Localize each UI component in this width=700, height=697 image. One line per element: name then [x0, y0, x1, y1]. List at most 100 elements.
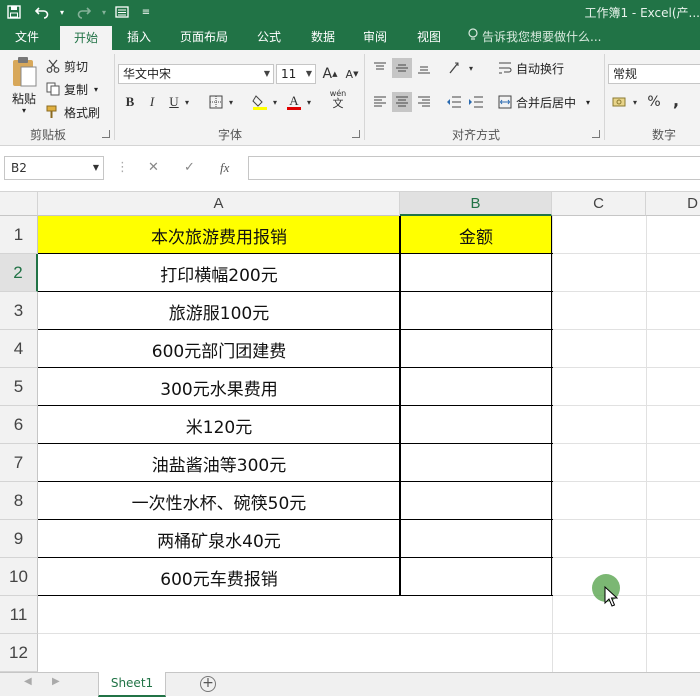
decrease-indent-button[interactable]	[444, 92, 464, 112]
item-cell[interactable]: 米120元	[38, 406, 400, 444]
item-cell[interactable]: 两桶矿泉水40元	[38, 520, 400, 558]
column-header-b[interactable]: B	[400, 192, 552, 216]
font-size-select[interactable]: 11 ▼	[276, 64, 316, 84]
clipboard-launcher-icon[interactable]	[102, 130, 110, 138]
row-header-2[interactable]: 2	[0, 254, 38, 292]
column-header-a[interactable]: A	[38, 192, 400, 216]
column-header-d[interactable]: D	[646, 192, 700, 216]
cancel-icon[interactable]: ✕	[148, 156, 159, 180]
font-color-dropdown-icon[interactable]: ▾	[304, 92, 314, 112]
amount-cell[interactable]	[400, 520, 552, 558]
font-launcher-icon[interactable]	[352, 130, 360, 138]
undo-icon[interactable]	[32, 3, 52, 21]
row-header-7[interactable]: 7	[0, 444, 38, 482]
align-right-button[interactable]	[414, 92, 434, 112]
next-sheet-icon[interactable]: ▶	[52, 676, 60, 687]
orientation-dropdown-icon[interactable]: ▾	[466, 58, 476, 78]
copy-button[interactable]: 复制 ▾	[46, 79, 98, 99]
select-all-corner[interactable]	[0, 192, 38, 216]
amount-cell[interactable]	[400, 558, 552, 596]
tab-formulas[interactable]: 公式	[246, 24, 292, 50]
increase-indent-button[interactable]	[466, 92, 486, 112]
tell-me-box[interactable]: 告诉我您想要做什么...	[468, 24, 601, 50]
row-header-11[interactable]: 11	[0, 596, 38, 634]
tab-page-layout[interactable]: 页面布局	[170, 24, 238, 50]
item-cell[interactable]: 一次性水杯、碗筷50元	[38, 482, 400, 520]
redo-icon[interactable]	[74, 3, 94, 21]
phonetic-button[interactable]: wén 文	[326, 90, 350, 110]
prev-sheet-icon[interactable]: ◀	[24, 676, 32, 687]
wrap-text-button[interactable]: 自动换行	[498, 58, 564, 78]
amount-cell[interactable]	[400, 292, 552, 330]
tab-data[interactable]: 数据	[300, 24, 346, 50]
enter-icon[interactable]: ✓	[184, 156, 195, 180]
amount-cell[interactable]	[400, 368, 552, 406]
insert-function-icon[interactable]: fx	[220, 156, 229, 180]
shrink-font-button[interactable]: A ▼	[342, 64, 362, 84]
amount-cell[interactable]	[400, 330, 552, 368]
item-cell[interactable]: 300元水果费用	[38, 368, 400, 406]
item-cell[interactable]: 打印横幅200元	[38, 254, 400, 292]
form-icon[interactable]	[112, 3, 132, 21]
format-painter-button[interactable]: 格式刷	[46, 102, 100, 122]
tab-home[interactable]: 开始	[60, 26, 112, 50]
row-header-6[interactable]: 6	[0, 406, 38, 444]
align-center-button[interactable]	[392, 92, 412, 112]
redo-dropdown-icon[interactable]: ▾	[94, 3, 114, 21]
save-icon[interactable]	[4, 3, 24, 21]
customize-quick-access-icon[interactable]: ≡	[136, 3, 156, 21]
header-cell-item[interactable]: 本次旅游费用报销	[38, 216, 400, 254]
item-cell[interactable]: 600元部门团建费	[38, 330, 400, 368]
align-bottom-button[interactable]	[414, 58, 434, 78]
font-color-button[interactable]: A	[284, 92, 304, 112]
item-cell[interactable]: 旅游服100元	[38, 292, 400, 330]
row-header-9[interactable]: 9	[0, 520, 38, 558]
font-name-select[interactable]: 华文中宋 ▼	[118, 64, 274, 84]
fill-color-dropdown-icon[interactable]: ▾	[270, 92, 280, 112]
sheet-tab-sheet1[interactable]: Sheet1	[98, 672, 166, 697]
item-cell[interactable]: 油盐酱油等300元	[38, 444, 400, 482]
borders-dropdown-icon[interactable]: ▾	[226, 92, 236, 112]
orientation-button[interactable]	[446, 58, 466, 78]
borders-button[interactable]	[206, 92, 226, 112]
percent-button[interactable]: %	[644, 92, 664, 112]
bold-button[interactable]: B	[120, 92, 140, 112]
row-header-1[interactable]: 1	[0, 216, 38, 254]
header-cell-amount[interactable]: 金额	[400, 216, 552, 254]
italic-button[interactable]: I	[142, 92, 162, 112]
fill-color-button[interactable]	[250, 92, 270, 112]
align-left-button[interactable]	[370, 92, 390, 112]
row-header-10[interactable]: 10	[0, 558, 38, 596]
undo-dropdown-icon[interactable]: ▾	[52, 3, 72, 21]
accounting-dropdown-icon[interactable]: ▾	[630, 92, 640, 112]
add-sheet-icon[interactable]: +	[200, 676, 216, 692]
tab-insert[interactable]: 插入	[116, 24, 162, 50]
cut-button[interactable]: 剪切	[46, 56, 88, 76]
tab-review[interactable]: 审阅	[352, 24, 398, 50]
number-format-select[interactable]: 常规	[608, 64, 700, 84]
align-middle-button[interactable]	[392, 58, 412, 78]
formula-input[interactable]	[248, 156, 700, 180]
item-cell[interactable]: 600元车费报销	[38, 558, 400, 596]
underline-dropdown-icon[interactable]: ▾	[182, 92, 192, 112]
row-header-8[interactable]: 8	[0, 482, 38, 520]
row-header-12[interactable]: 12	[0, 634, 38, 672]
name-box[interactable]: B2 ▼	[4, 156, 104, 180]
align-top-button[interactable]	[370, 58, 390, 78]
underline-button[interactable]: U	[164, 92, 184, 112]
tab-view[interactable]: 视图	[406, 24, 452, 50]
row-header-4[interactable]: 4	[0, 330, 38, 368]
row-header-5[interactable]: 5	[0, 368, 38, 406]
amount-cell[interactable]	[400, 444, 552, 482]
amount-cell[interactable]	[400, 254, 552, 292]
column-header-c[interactable]: C	[552, 192, 646, 216]
tab-file[interactable]: 文件	[4, 24, 50, 50]
amount-cell[interactable]	[400, 406, 552, 444]
amount-cell[interactable]	[400, 482, 552, 520]
row-header-3[interactable]: 3	[0, 292, 38, 330]
grow-font-button[interactable]: A ▲	[320, 64, 340, 84]
accounting-format-button[interactable]	[610, 92, 630, 112]
paste-button[interactable]: 粘贴 ▾	[6, 56, 42, 120]
merge-center-button[interactable]: 合并后居中 ▾	[498, 92, 590, 112]
alignment-launcher-icon[interactable]	[592, 130, 600, 138]
